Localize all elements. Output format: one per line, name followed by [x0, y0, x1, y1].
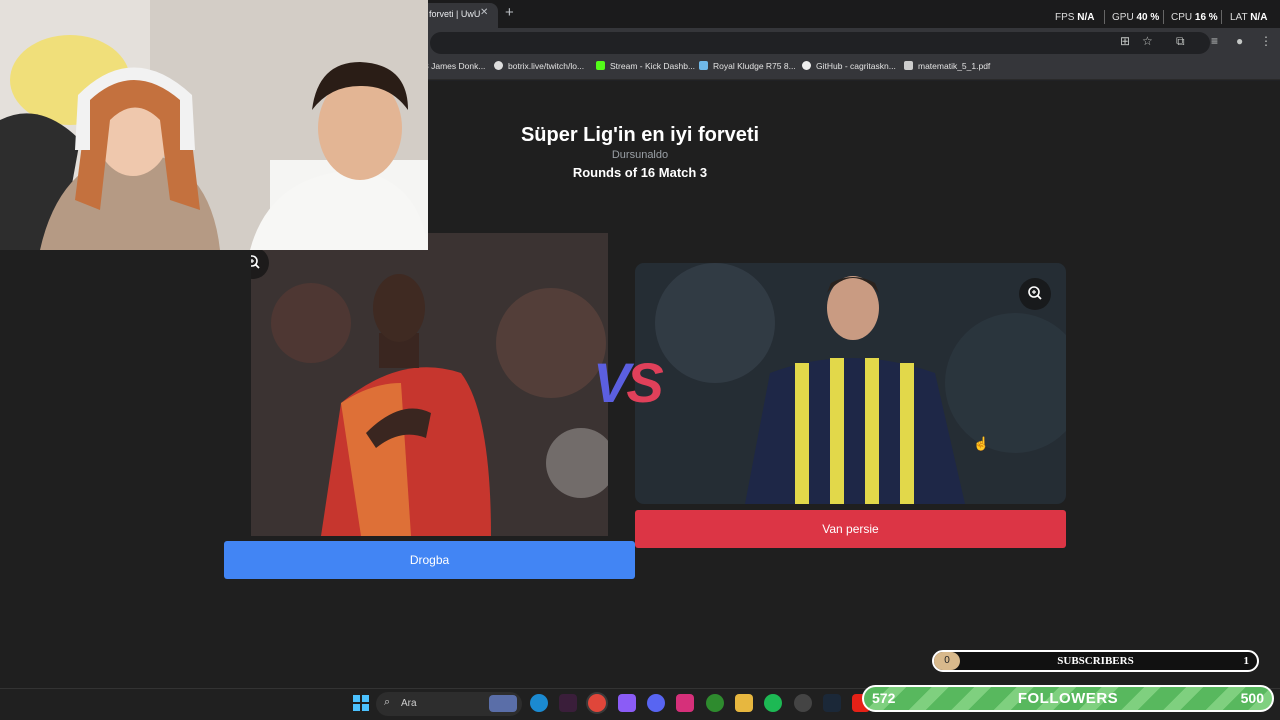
round-label: Rounds of 16 Match 3: [572, 165, 708, 180]
chrome-browser-icon[interactable]: [588, 694, 606, 712]
pdf-file-icon: [904, 61, 913, 70]
bookmark-label: 8 James Donk...: [424, 61, 486, 71]
discord-icon[interactable]: [647, 694, 665, 712]
bookmark-label: botrix.live/twitch/lo...: [508, 61, 585, 71]
followers-goal-bar: 572 FOLLOWERS 500: [862, 685, 1274, 712]
followers-goal: 500: [1240, 690, 1264, 706]
bookmark-item[interactable]: botrix.live/twitch/lo...: [494, 61, 584, 71]
taskbar-search[interactable]: ⌕ Ara: [376, 692, 522, 716]
fps-value: N/A: [1077, 12, 1095, 23]
bookmark-label: Royal Kludge R75 8...: [713, 61, 796, 71]
tab-title: forveti | UwU: [429, 9, 481, 19]
zoom-icon[interactable]: [251, 247, 269, 279]
file-explorer-icon[interactable]: [735, 694, 753, 712]
xbox-icon[interactable]: [706, 694, 724, 712]
bookmark-label: Stream - Kick Dashb...: [610, 61, 696, 71]
left-candidate-photo[interactable]: [251, 233, 608, 536]
right-candidate-photo[interactable]: [635, 263, 1066, 504]
perf-divider: [1163, 10, 1164, 24]
windows-logo-glyph: [353, 695, 369, 711]
footballer-illustration: [251, 233, 608, 536]
page-title: Süper Lig'in en iyi forveti: [520, 124, 760, 146]
profile-avatar-icon[interactable]: ●: [1236, 34, 1243, 48]
subscribers-goal-bar: 0 SUBSCRIBERS 1: [932, 650, 1259, 672]
magnifier-glyph: [1028, 286, 1042, 300]
tab-close-icon[interactable]: ✕: [480, 7, 488, 18]
bookmark-item[interactable]: 8 James Donk...: [424, 61, 485, 71]
choose-left-button[interactable]: Drogba: [224, 541, 635, 579]
vs-letter-v: V: [593, 351, 630, 414]
perf-divider: [1221, 10, 1222, 24]
bookmark-label: GitHub - cagritaskn...: [816, 61, 896, 71]
github-favicon-icon: [802, 61, 811, 70]
magnifier-glyph: [251, 255, 260, 269]
bookmark-star-icon[interactable]: ☆: [1142, 34, 1153, 48]
lat-readout: LAT N/A: [1230, 12, 1267, 23]
cpu-label: CPU: [1171, 12, 1193, 23]
lat-label: LAT: [1230, 12, 1248, 23]
translate-icon[interactable]: ⊞: [1120, 34, 1130, 48]
fps-label: FPS: [1055, 12, 1075, 23]
search-icon: ⌕: [384, 696, 391, 708]
vs-letter-s: S: [626, 351, 663, 414]
search-highlight-icon: [489, 695, 517, 712]
extensions-icon[interactable]: ⧉: [1176, 34, 1185, 49]
gpu-readout: GPU 40 %: [1112, 12, 1159, 23]
webcam-illustration: [0, 0, 428, 250]
bookmark-favicon-icon: [699, 61, 708, 70]
perf-divider: [1104, 10, 1105, 24]
instagram-icon[interactable]: [676, 694, 694, 712]
cpu-readout: CPU 16 %: [1171, 12, 1218, 23]
app-icon[interactable]: [794, 694, 812, 712]
copilot-icon[interactable]: [618, 694, 636, 712]
vs-badge: VS: [593, 350, 664, 415]
followers-label: FOLLOWERS: [1017, 690, 1119, 707]
footballer-illustration: [635, 263, 1066, 504]
gpu-value: 40 %: [1136, 12, 1160, 23]
edge-browser-icon[interactable]: [530, 694, 548, 712]
steam-icon[interactable]: [823, 694, 841, 712]
bookmark-item[interactable]: GitHub - cagritaskn...: [802, 61, 896, 71]
gpu-label: GPU: [1112, 12, 1134, 23]
choose-right-button[interactable]: Van persie: [635, 510, 1066, 548]
subscribers-goal: 1: [1243, 655, 1250, 667]
cpu-value: 16 %: [1194, 12, 1218, 23]
bookmark-favicon-icon: [494, 61, 503, 70]
address-bar[interactable]: [430, 32, 1210, 54]
search-placeholder: Ara: [401, 698, 417, 709]
screen: forveti | UwU ✕ + FPS N/A GPU 40 % CPU 1…: [0, 0, 1280, 720]
lat-value: N/A: [1250, 12, 1268, 23]
author-name: Dursunaldo: [611, 149, 669, 161]
webcam-overlay: [0, 0, 428, 250]
fps-readout: FPS N/A: [1055, 12, 1094, 23]
new-tab-button[interactable]: +: [505, 4, 514, 21]
bookmark-item[interactable]: matematik_5_1.pdf: [904, 61, 990, 71]
windows-start-icon[interactable]: [352, 694, 370, 712]
spotify-icon[interactable]: [764, 694, 782, 712]
media-control-icon[interactable]: ≡: [1211, 34, 1218, 48]
bookmark-label: matematik_5_1.pdf: [918, 61, 991, 71]
subscribers-label: SUBSCRIBERS: [1057, 655, 1134, 667]
kick-favicon-icon: [596, 61, 605, 70]
more-menu-icon[interactable]: ⋮: [1260, 34, 1272, 48]
mouse-pointer-icon: ☝: [973, 436, 990, 451]
app-icon[interactable]: [559, 694, 577, 712]
bookmark-item[interactable]: Royal Kludge R75 8...: [699, 61, 796, 71]
bookmark-item[interactable]: Stream - Kick Dashb...: [596, 61, 695, 71]
zoom-icon[interactable]: [1019, 278, 1051, 310]
